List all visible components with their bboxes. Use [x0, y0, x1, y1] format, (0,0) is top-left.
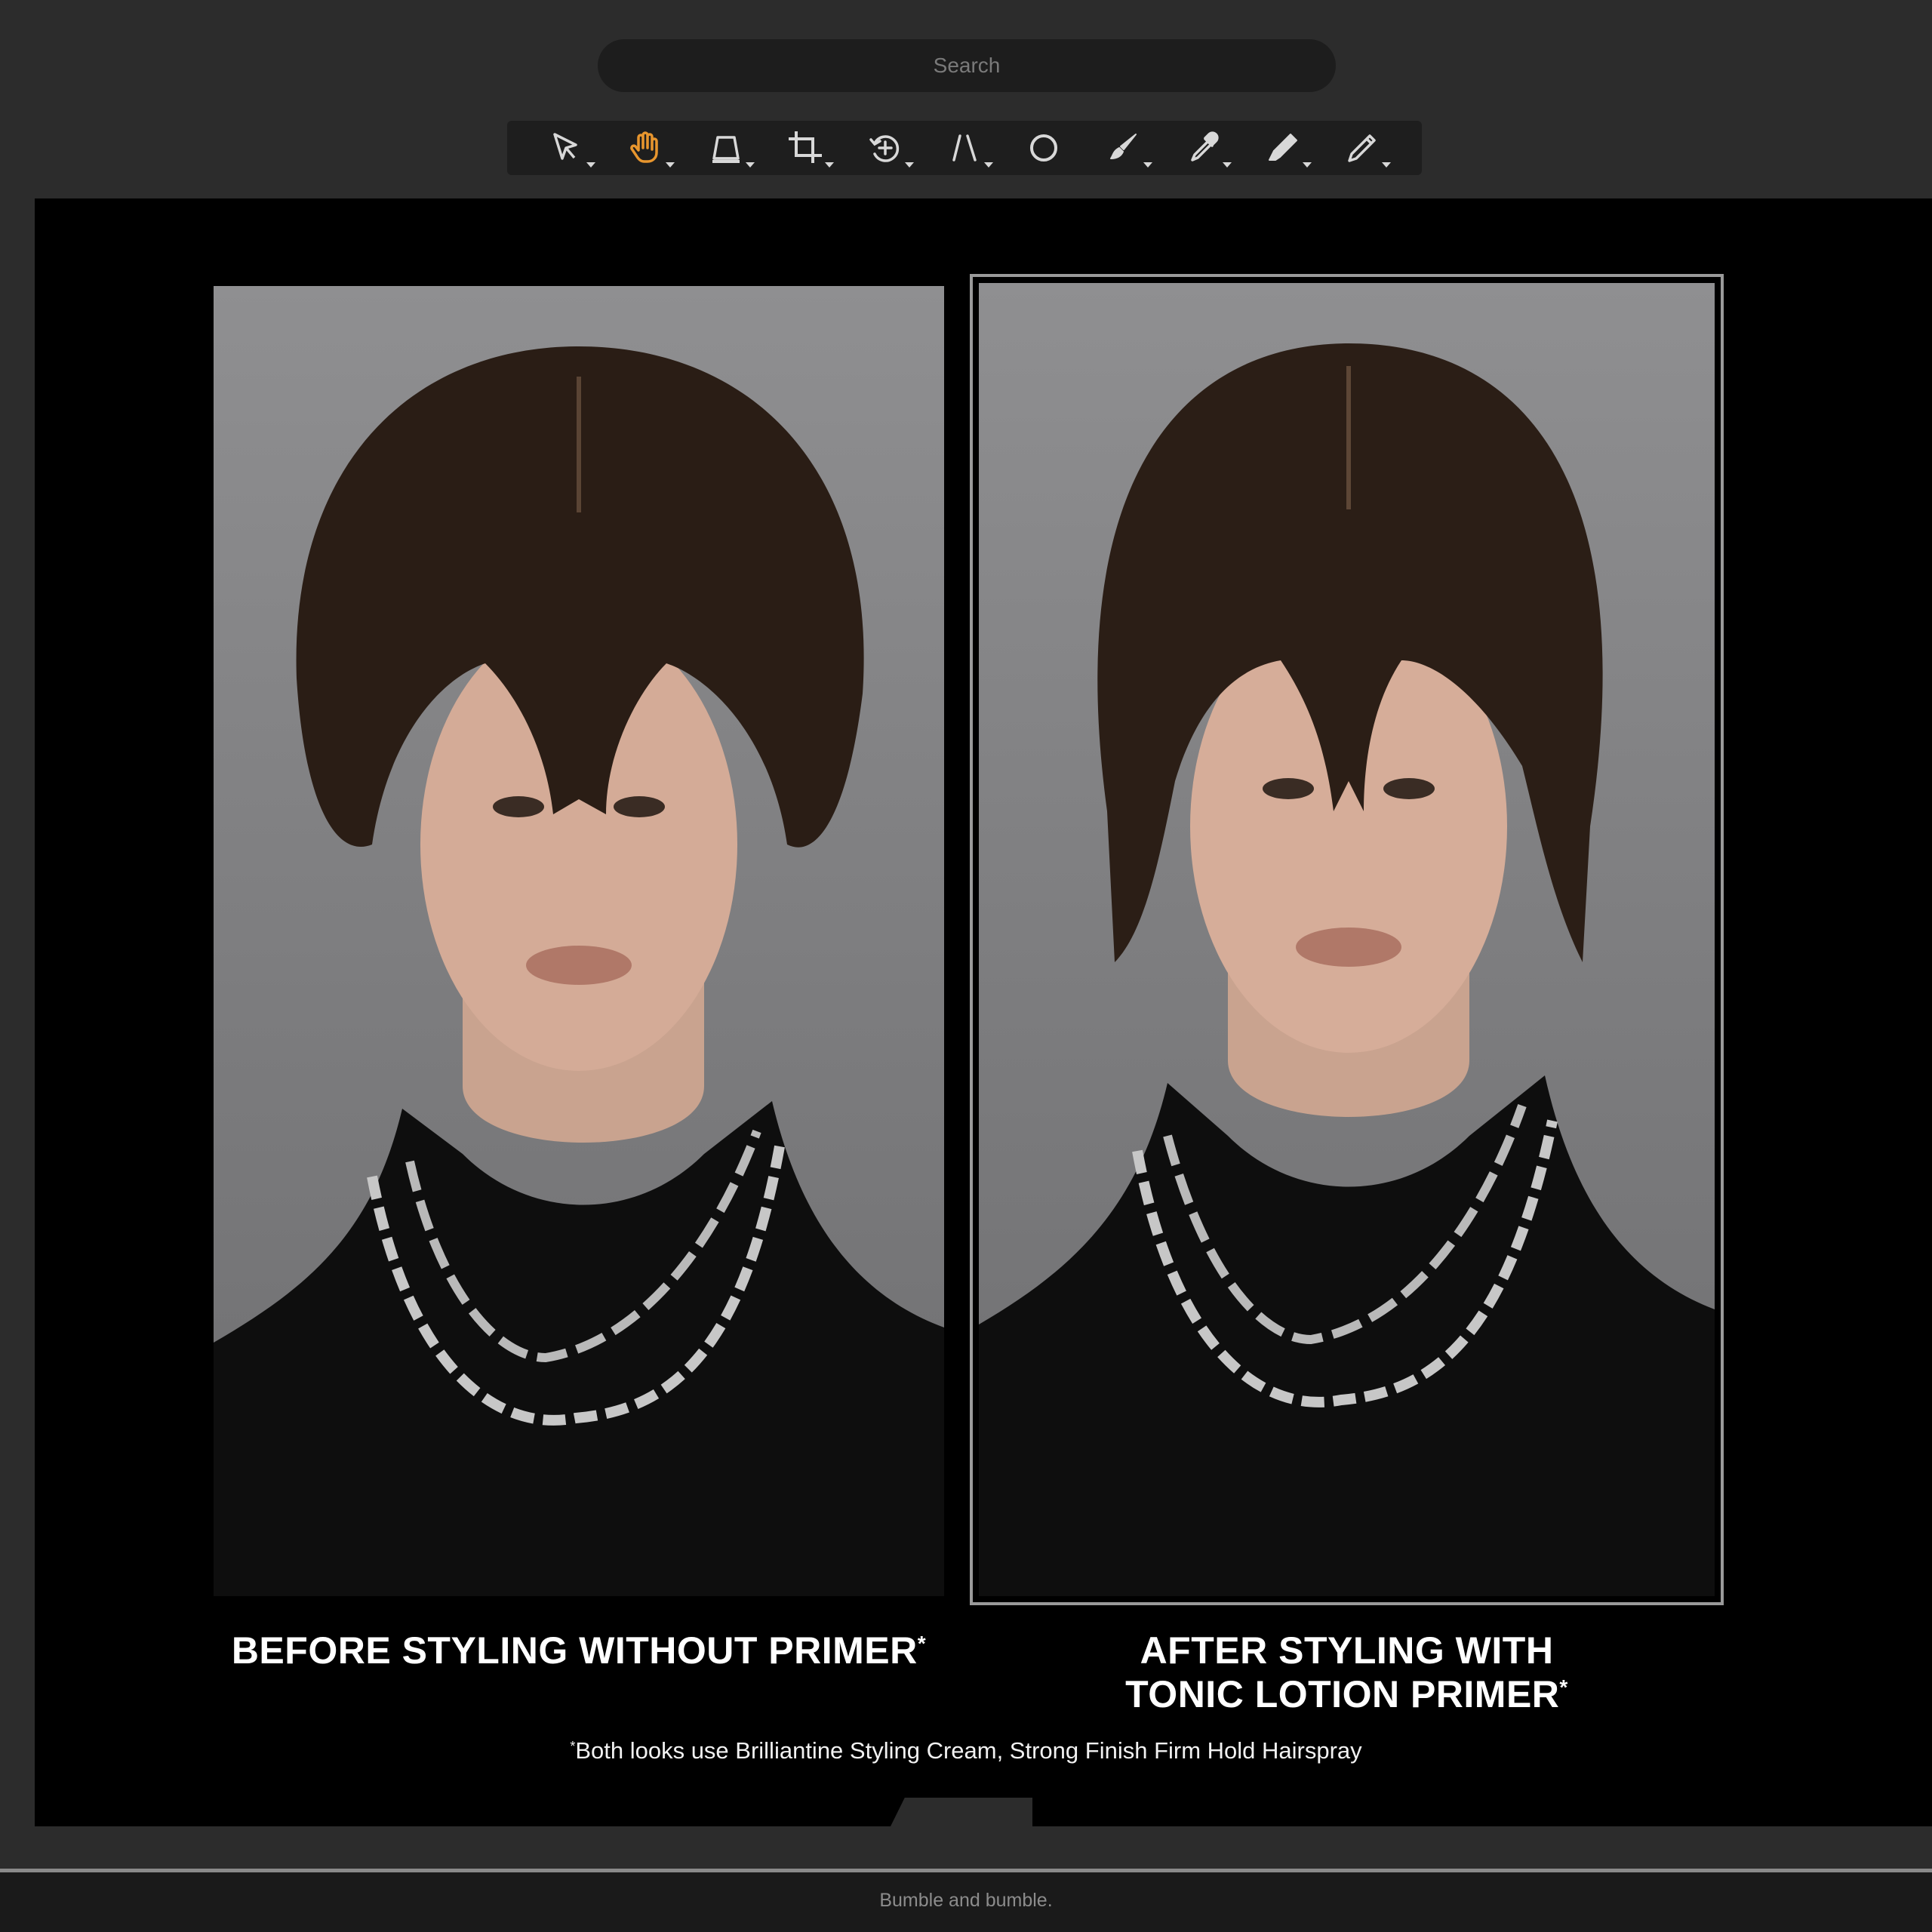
before-photo [214, 286, 944, 1596]
rotate-tool-button[interactable] [851, 121, 920, 175]
tools-toolbar [507, 121, 1422, 175]
circle-icon [1030, 134, 1058, 162]
brush-tool-button[interactable] [1089, 121, 1158, 175]
after-photo [979, 283, 1715, 1596]
select-tool-button[interactable] [532, 121, 601, 175]
shape-tool-button[interactable] [1009, 121, 1078, 175]
footnote: *Both looks use Brilliantine Styling Cre… [570, 1737, 1362, 1764]
crop-tool-button[interactable] [771, 121, 840, 175]
pen-icon [1348, 134, 1376, 162]
canvas-scroll-tab[interactable] [891, 1798, 1032, 1826]
pen-tool-button[interactable] [1327, 121, 1397, 175]
straighten-icon [952, 134, 977, 162]
search-placeholder: Search [933, 54, 1001, 77]
perspective-tool-button[interactable] [691, 121, 761, 175]
eraser-tool-button[interactable] [1248, 121, 1318, 175]
eraser-icon [1268, 134, 1297, 161]
after-caption: AFTER STYLING WITH TONIC LOTION PRIMER* [1125, 1629, 1568, 1715]
brush-icon [1109, 134, 1137, 159]
hand-tool-button[interactable] [611, 121, 681, 175]
crop-icon [789, 131, 823, 163]
eyedropper-icon [1191, 131, 1219, 162]
search-input[interactable]: Search [598, 39, 1336, 92]
eyedropper-tool-button[interactable] [1168, 121, 1238, 175]
brand-label: Bumble and bumble. [879, 1890, 1053, 1911]
straighten-tool-button[interactable] [930, 121, 999, 175]
hand-icon [630, 131, 658, 163]
arrow-pointer-icon [552, 133, 577, 160]
before-caption: BEFORE STYLING WITHOUT PRIMER* [231, 1629, 927, 1672]
perspective-icon [712, 136, 740, 163]
rotate-icon [869, 135, 899, 162]
